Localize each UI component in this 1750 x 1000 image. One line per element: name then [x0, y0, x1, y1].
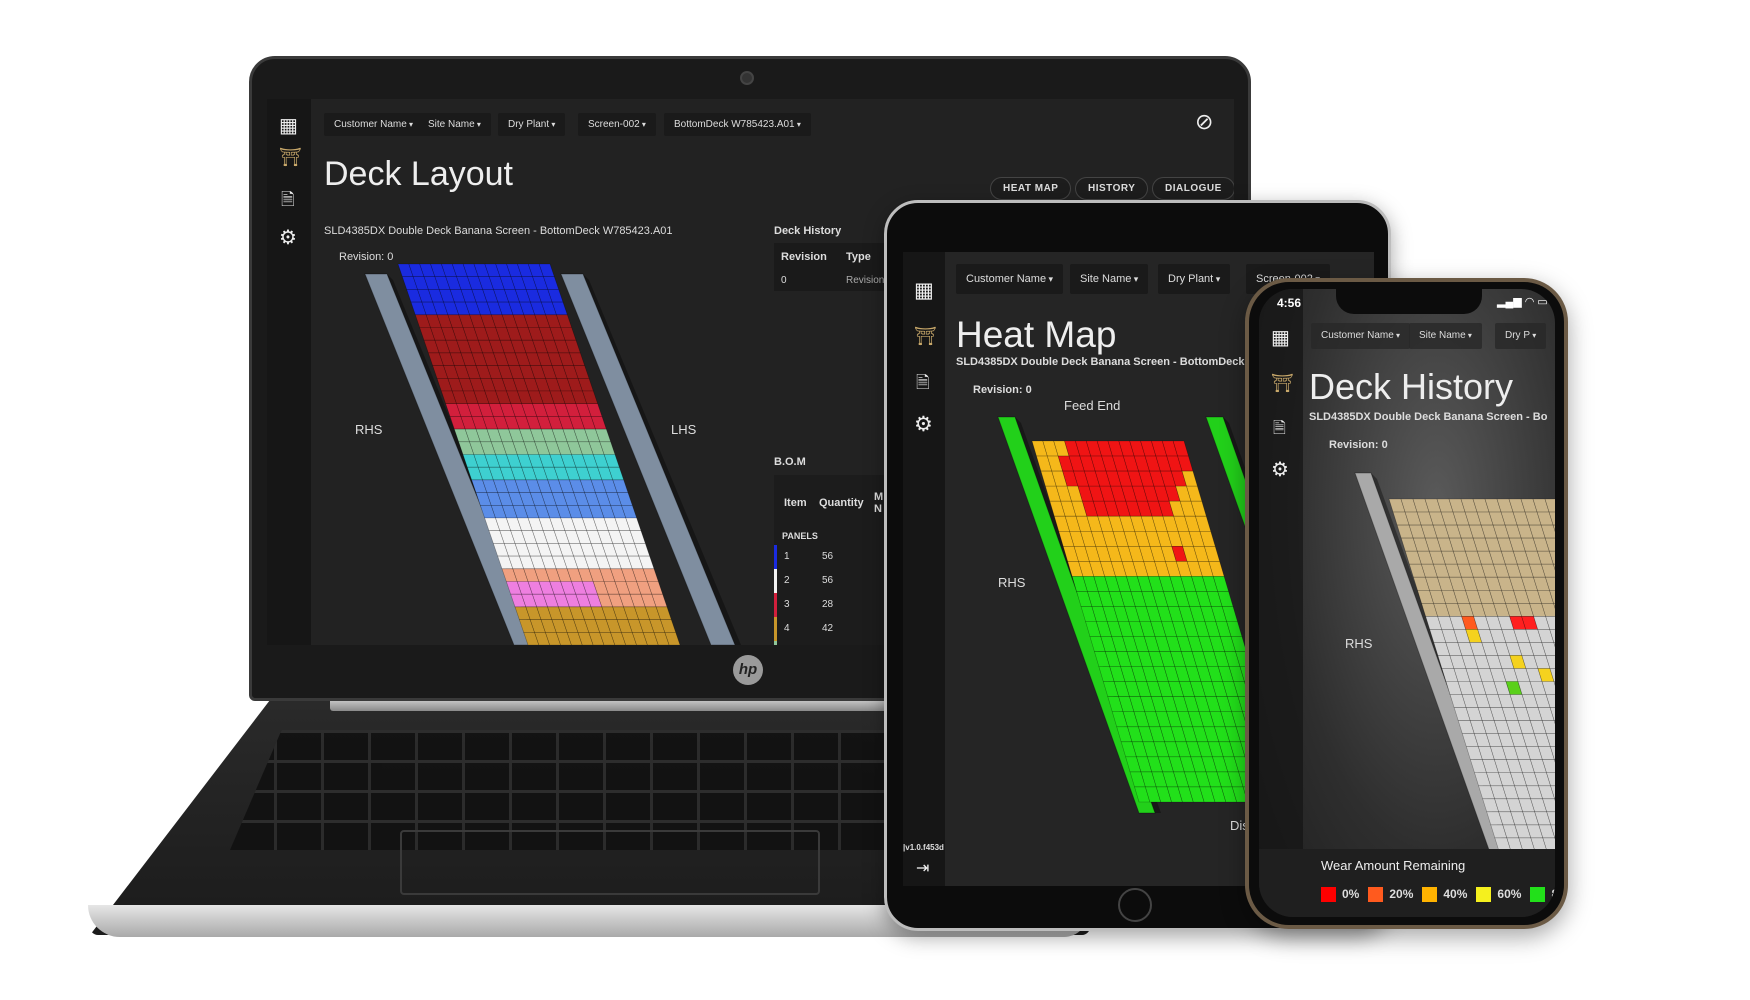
column-header-material: M N — [874, 491, 884, 515]
column-header-item: Item — [784, 497, 807, 509]
bom-quantity: 56 — [822, 551, 834, 562]
bom-quantity: 56 — [822, 575, 834, 586]
legend-swatch — [1476, 887, 1492, 903]
legend-swatch — [1530, 887, 1546, 903]
legend-swatch — [1368, 887, 1384, 903]
history-cell-type[interactable]: Revision — [846, 275, 884, 286]
phone-screen: ▦ ⛩ 🗎 ⚙ 4:56 ▂▄▆ ◠ ▭ Customer Name Site … — [1259, 289, 1555, 917]
tab-heat-map[interactable]: HEAT MAP — [990, 177, 1072, 200]
column-header-type: Type — [846, 251, 871, 263]
legend-item: 20% — [1368, 887, 1414, 903]
bom-item: 4 — [784, 623, 790, 634]
legend-item: 40% — [1422, 887, 1468, 903]
column-header-quantity: Quantity — [819, 497, 864, 509]
legend-label: 60% — [1497, 887, 1522, 901]
bom-group-panels: PANELS — [782, 531, 818, 541]
history-cell-revision[interactable]: 0 — [781, 275, 787, 286]
legend-label: 40% — [1443, 887, 1468, 901]
tab-history[interactable]: HISTORY — [1075, 177, 1149, 200]
bom-quantity: 42 — [822, 623, 834, 634]
bom-row[interactable]: 2 56 — [774, 569, 894, 593]
legend-title: Wear Amount Remaining — [1321, 858, 1466, 873]
legend-swatch — [1321, 887, 1336, 903]
legend-item: 60% — [1476, 887, 1522, 903]
bom-row[interactable]: 4 42 — [774, 617, 894, 641]
legend-item: 80% — [1530, 887, 1555, 903]
laptop-trackpad — [400, 830, 820, 895]
legend-label: 80% — [1551, 887, 1555, 901]
bom-quantity: 28 — [822, 599, 834, 610]
panel-color-swatch — [774, 569, 777, 593]
column-header-revision: Revision — [781, 251, 827, 263]
hp-logo: hp — [733, 655, 763, 685]
legend-label: 20% — [1389, 887, 1414, 901]
bom-item: 1 — [784, 551, 790, 562]
wear-legend: 0% 20% 40% 60% 80% — [1321, 885, 1555, 903]
deck-history-heading: Deck History — [774, 225, 842, 237]
panel-color-swatch — [774, 593, 777, 617]
bom-row[interactable]: 1 56 — [774, 545, 894, 569]
bom-item: 3 — [784, 599, 790, 610]
panel-color-swatch — [774, 545, 777, 569]
bom-item: 2 — [784, 575, 790, 586]
tablet-home-button[interactable] — [1118, 888, 1152, 922]
legend-label: 0% — [1342, 887, 1360, 901]
bom-row[interactable]: 3 28 — [774, 593, 894, 617]
panel-color-swatch — [774, 641, 777, 645]
phone-notch — [1336, 286, 1482, 314]
deck-layout-diagram — [364, 263, 741, 645]
webcam — [740, 71, 754, 85]
legend-item: 0% — [1321, 887, 1360, 903]
legend-swatch — [1422, 887, 1438, 903]
bom-heading: B.O.M — [774, 456, 806, 468]
panel-color-swatch — [774, 617, 777, 641]
deck-history-diagram — [1354, 472, 1555, 876]
brand-logo-icon: ⊘ — [1195, 109, 1214, 134]
bom-row[interactable]: 5 28 — [774, 641, 894, 645]
tab-dialogue[interactable]: DIALOGUE — [1152, 177, 1234, 200]
